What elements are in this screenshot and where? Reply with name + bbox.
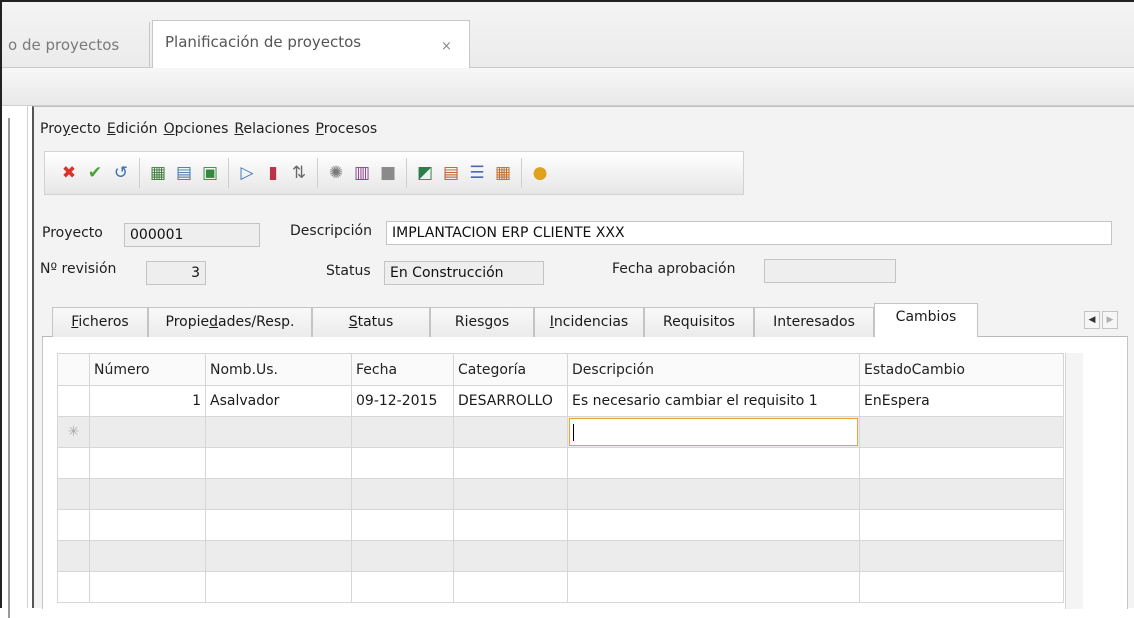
cell-numero[interactable]: 1 bbox=[89, 385, 206, 417]
new-row-marker-icon: ✳ bbox=[57, 416, 90, 448]
project-window: Proyecto Edición Opciones Relaciones Proceso… bbox=[32, 106, 1134, 609]
grid-header-row: Número Nomb.Us. Fecha Categoría Descripc… bbox=[57, 353, 1064, 386]
empty-row bbox=[57, 540, 1064, 572]
new-row[interactable]: ✳ bbox=[57, 416, 1064, 448]
tab-previous-label: o de proyectos bbox=[8, 36, 120, 54]
column-header-nomb-us[interactable]: Nomb.Us. bbox=[205, 353, 352, 386]
calculator-icon[interactable]: ▦ bbox=[148, 163, 168, 183]
cell-fecha[interactable]: 09-12-2015 bbox=[351, 385, 454, 417]
revision-label: Nº revisión bbox=[40, 261, 117, 277]
revision-field[interactable]: 3 bbox=[146, 261, 206, 285]
tab-propiedades-resp[interactable]: Propiedades/Resp. bbox=[148, 307, 312, 337]
empty-row bbox=[57, 447, 1064, 479]
menu-item-proyecto[interactable]: Proyecto bbox=[40, 121, 101, 137]
tab-scroll-left-icon[interactable]: ◀ bbox=[1084, 311, 1100, 329]
menu-item-opciones[interactable]: Opciones bbox=[164, 121, 229, 137]
toolbar-group: ✺ ▥ ■ bbox=[318, 158, 407, 188]
menu-item-procesos[interactable]: Procesos bbox=[316, 121, 378, 137]
column-header-descripcion[interactable]: Descripción bbox=[567, 353, 860, 386]
empty-row bbox=[57, 478, 1064, 510]
row-header-corner bbox=[57, 353, 90, 386]
empty-row bbox=[57, 571, 1064, 603]
excel-export-icon[interactable]: ▣ bbox=[200, 163, 220, 183]
block-icon[interactable]: ■ bbox=[378, 163, 398, 183]
confirm-icon[interactable]: ✔ bbox=[85, 163, 105, 183]
menu-item-relaciones[interactable]: Relaciones bbox=[234, 121, 309, 137]
tab-interesados[interactable]: Interesados bbox=[754, 307, 874, 337]
matrix-icon[interactable]: ▦ bbox=[493, 163, 513, 183]
document-icon[interactable]: ▥ bbox=[352, 163, 372, 183]
row-header[interactable] bbox=[57, 385, 90, 417]
gear-icon[interactable]: ✺ bbox=[326, 163, 346, 183]
menu-item-edición[interactable]: Edición bbox=[107, 121, 158, 137]
proyecto-field[interactable]: 000001 bbox=[124, 223, 260, 247]
cambios-panel: Número Nomb.Us. Fecha Categoría Descripc… bbox=[42, 337, 1128, 609]
delete-icon[interactable]: ✖ bbox=[59, 163, 79, 183]
toolbar-group: ▷ ▮ ⇅ bbox=[229, 158, 318, 188]
tab-active-label: Planificación de proyectos bbox=[165, 33, 362, 51]
new-cell-descripcion-editor[interactable] bbox=[567, 416, 860, 448]
new-cell-usuario[interactable] bbox=[205, 416, 352, 448]
tab-status[interactable]: Status bbox=[312, 307, 430, 337]
tab-scroll-arrows: ◀ ▶ bbox=[1084, 311, 1118, 329]
secondary-strip bbox=[2, 68, 1134, 106]
toolbar-group: ◩ ▤ ☰ ▦ bbox=[407, 158, 522, 188]
new-cell-categoria[interactable] bbox=[453, 416, 568, 448]
empty-row bbox=[57, 509, 1064, 541]
document-tab-bar: o de proyectos Planificación de proyecto… bbox=[2, 2, 1134, 70]
fecha-aprobacion-field[interactable] bbox=[764, 259, 896, 283]
preview-icon[interactable]: ▷ bbox=[237, 163, 257, 183]
status-label: Status bbox=[326, 263, 371, 279]
tab-requisitos[interactable]: Requisitos bbox=[644, 307, 754, 337]
sort-icon[interactable]: ⇅ bbox=[289, 163, 309, 183]
new-cell-numero[interactable] bbox=[89, 416, 206, 448]
column-header-numero[interactable]: Número bbox=[89, 353, 206, 386]
bar-report-icon[interactable]: ▤ bbox=[441, 163, 461, 183]
cell-descripcion[interactable]: Es necesario cambiar el requisito 1 bbox=[567, 385, 860, 417]
toolbar-group: ✖ ✔ ↺ bbox=[51, 158, 140, 188]
cell-categoria[interactable]: DESARROLLO bbox=[453, 385, 568, 417]
descripcion-field[interactable]: IMPLANTACION ERP CLIENTE XXX bbox=[386, 221, 1112, 245]
section-tabs: ◀ ▶ Ficheros Propiedades/Resp. Status Riesg… bbox=[42, 303, 1128, 338]
tab-riesgos[interactable]: Riesgos bbox=[430, 307, 534, 337]
report-icon[interactable]: ▮ bbox=[263, 163, 283, 183]
table-row[interactable]: 1 Asalvador 09-12-2015 DESARROLLO Es nec… bbox=[57, 385, 1064, 417]
tab-ficheros[interactable]: Ficheros bbox=[52, 307, 148, 337]
left-panel-edge bbox=[2, 106, 28, 618]
tab-cambios[interactable]: Cambios bbox=[874, 303, 978, 338]
close-tab-icon[interactable]: × bbox=[441, 39, 452, 54]
undo-icon[interactable]: ↺ bbox=[111, 163, 131, 183]
toolbar-group: ● bbox=[522, 158, 558, 188]
new-cell-estado[interactable] bbox=[859, 416, 1064, 448]
fecha-aprobacion-label: Fecha aprobación bbox=[612, 261, 736, 277]
print-icon[interactable]: ▤ bbox=[174, 163, 194, 183]
tab-incidencias[interactable]: Incidencias bbox=[534, 307, 644, 337]
status-field[interactable]: En Construcción bbox=[384, 261, 544, 285]
column-header-estado-cambio[interactable]: EstadoCambio bbox=[859, 353, 1064, 386]
chart-icon[interactable]: ◩ bbox=[415, 163, 435, 183]
menu-bar: Proyecto Edición Opciones Relaciones Proceso… bbox=[40, 121, 383, 143]
grid-vertical-scrollbar[interactable] bbox=[1065, 353, 1083, 609]
new-cell-fecha[interactable] bbox=[351, 416, 454, 448]
tab-planificacion-proyectos[interactable]: Planificación de proyectos × bbox=[152, 20, 470, 70]
proyecto-label: Proyecto bbox=[42, 225, 103, 241]
tab-scroll-right-icon[interactable]: ▶ bbox=[1102, 311, 1118, 329]
column-header-fecha[interactable]: Fecha bbox=[351, 353, 454, 386]
tab-previous-document[interactable]: o de proyectos bbox=[2, 22, 150, 69]
column-header-categoria[interactable]: Categoría bbox=[453, 353, 568, 386]
list-report-icon[interactable]: ☰ bbox=[467, 163, 487, 183]
cell-usuario[interactable]: Asalvador bbox=[205, 385, 352, 417]
cell-estado[interactable]: EnEspera bbox=[859, 385, 1064, 417]
toolbar: ✖ ✔ ↺ ▦ ▤ ▣ ▷ ▮ ⇅ ✺ ▥ ■ ◩ ▤ ☰ ▦ ● bbox=[44, 151, 744, 195]
currency-icon[interactable]: ● bbox=[530, 163, 550, 183]
descripcion-label: Descripción bbox=[290, 223, 372, 239]
toolbar-group: ▦ ▤ ▣ bbox=[140, 158, 229, 188]
cambios-grid: Número Nomb.Us. Fecha Categoría Descripc… bbox=[57, 353, 1064, 603]
